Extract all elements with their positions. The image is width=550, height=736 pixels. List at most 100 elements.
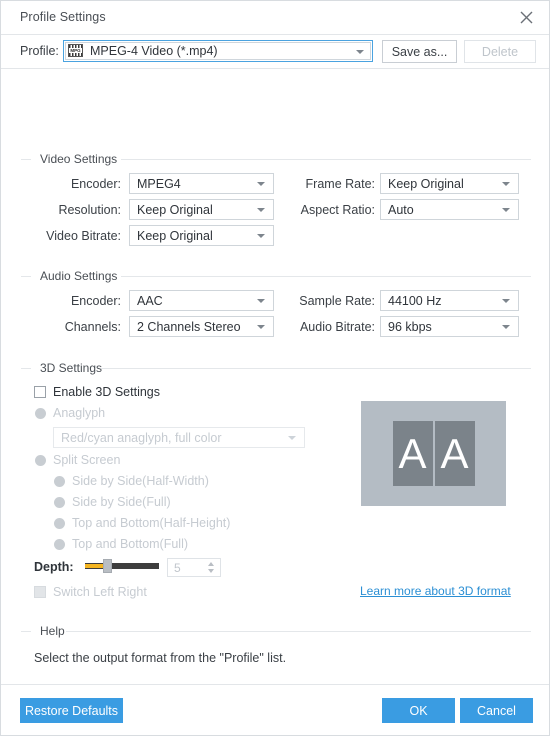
ok-button[interactable]: OK (382, 698, 455, 723)
aspect-ratio-label: Aspect Ratio: (300, 203, 375, 217)
learn-more-3d-link[interactable]: Learn more about 3D format (360, 584, 511, 598)
depth-stepper: 5 (167, 558, 221, 577)
radio-icon (54, 517, 65, 529)
profile-row: Profile: MPG MPEG-4 Video (*.mp4) Save a… (1, 35, 549, 69)
anaglyph-type-value: Red/cyan anaglyph, full color (61, 431, 222, 445)
split-screen-radio: Split Screen (35, 453, 120, 467)
three-d-settings-caption: 3D Settings (36, 361, 107, 375)
dialog-title: Profile Settings (20, 10, 106, 24)
split-option-top-and-bottom-full: Top and Bottom(Full) (54, 537, 188, 551)
checkbox-icon (34, 386, 46, 398)
restore-defaults-button[interactable]: Restore Defaults (20, 698, 123, 723)
aspect-ratio-value: Auto (388, 203, 414, 217)
audio-settings-caption: Audio Settings (36, 269, 122, 283)
resolution-label: Resolution: (58, 203, 121, 217)
depth-slider[interactable] (85, 559, 159, 573)
preview-pane-right: A (434, 421, 475, 486)
resolution-value: Keep Original (137, 203, 213, 217)
chevron-down-icon (502, 182, 510, 186)
help-text: Select the output format from the "Profi… (34, 651, 287, 665)
audio-encoder-label: Encoder: (70, 294, 121, 308)
sample-rate-select[interactable]: 44100 Hz (380, 290, 519, 311)
frame-rate-label: Frame Rate: (305, 177, 375, 191)
depth-slider-thumb[interactable] (103, 559, 112, 573)
switch-left-right-label: Switch Left Right (53, 585, 147, 599)
format-icon-label: MPG (70, 48, 81, 53)
close-icon[interactable] (513, 5, 539, 29)
audio-bitrate-label: Audio Bitrate: (299, 320, 375, 334)
audio-encoder-value: AAC (137, 294, 163, 308)
audio-encoder-select[interactable]: AAC (129, 290, 274, 311)
chevron-down-icon (257, 234, 265, 238)
audio-bitrate-select[interactable]: 96 kbps (380, 316, 519, 337)
cancel-button[interactable]: Cancel (460, 698, 533, 723)
radio-icon (35, 454, 46, 466)
video-encoder-value: MPEG4 (137, 177, 181, 191)
chevron-down-icon (502, 299, 510, 303)
save-as-button[interactable]: Save as... (382, 40, 457, 63)
aspect-ratio-select[interactable]: Auto (380, 199, 519, 220)
video-settings-caption: Video Settings (36, 152, 122, 166)
radio-icon (54, 475, 65, 487)
anaglyph-label: Anaglyph (53, 406, 106, 420)
depth-slider-fill (85, 564, 104, 568)
help-group: Help (21, 624, 531, 638)
video-bitrate-select[interactable]: Keep Original (129, 225, 274, 246)
enable-3d-label: Enable 3D Settings (53, 385, 161, 399)
split-option-top-and-bottom-half-height: Top and Bottom(Half-Height) (54, 516, 230, 530)
switch-left-right-checkbox: Switch Left Right (34, 585, 147, 599)
delete-button: Delete (464, 40, 536, 63)
chevron-down-icon (257, 299, 265, 303)
three-d-settings-group: 3D Settings (21, 361, 531, 375)
anaglyph-type-select: Red/cyan anaglyph, full color (53, 427, 305, 448)
video-settings-group: Video Settings (21, 152, 531, 166)
profile-select[interactable]: MPG MPEG-4 Video (*.mp4) (63, 40, 373, 62)
resolution-select[interactable]: Keep Original (129, 199, 274, 220)
profile-settings-dialog: Profile Settings Profile: MPG MPEG-4 Vid… (0, 0, 550, 736)
audio-settings-group: Audio Settings (21, 269, 531, 283)
video-encoder-select[interactable]: MPEG4 (129, 173, 274, 194)
dialog-content: Video Settings Encoder: MPEG4 Resolution… (1, 69, 549, 689)
split-option-label: Top and Bottom(Half-Height) (72, 516, 231, 530)
three-d-preview-image: A A (361, 401, 506, 506)
split-option-label: Side by Side(Full) (72, 495, 171, 509)
radio-icon (35, 407, 46, 419)
split-screen-label: Split Screen (53, 453, 121, 467)
chevron-down-icon (288, 436, 296, 440)
mp4-format-icon: MPG (68, 44, 83, 57)
video-bitrate-label: Video Bitrate: (46, 229, 121, 243)
dialog-footer: Restore Defaults OK Cancel (1, 684, 549, 735)
stepper-arrows-icon (208, 562, 214, 573)
depth-label: Depth: (34, 560, 74, 574)
chevron-down-icon (257, 182, 265, 186)
video-bitrate-value: Keep Original (137, 229, 213, 243)
split-option-label: Top and Bottom(Full) (72, 537, 189, 551)
radio-icon (54, 538, 65, 550)
depth-value: 5 (174, 561, 181, 575)
chevron-down-icon (502, 208, 510, 212)
split-option-side-by-side-full: Side by Side(Full) (54, 495, 171, 509)
title-bar: Profile Settings (1, 1, 549, 35)
split-option-label: Side by Side(Half-Width) (72, 474, 209, 488)
sample-rate-value: 44100 Hz (388, 294, 442, 308)
channels-value: 2 Channels Stereo (137, 320, 241, 334)
checkbox-icon (34, 586, 46, 598)
chevron-down-icon (257, 208, 265, 212)
anaglyph-radio: Anaglyph (35, 406, 105, 420)
channels-select[interactable]: 2 Channels Stereo (129, 316, 274, 337)
chevron-down-icon (502, 325, 510, 329)
frame-rate-select[interactable]: Keep Original (380, 173, 519, 194)
frame-rate-value: Keep Original (388, 177, 464, 191)
chevron-down-icon (257, 325, 265, 329)
preview-pane-left: A (392, 421, 433, 486)
channels-label: Channels: (64, 320, 121, 334)
audio-bitrate-value: 96 kbps (388, 320, 432, 334)
profile-label: Profile: (20, 44, 59, 58)
radio-icon (54, 496, 65, 508)
split-option-side-by-side-half-width: Side by Side(Half-Width) (54, 474, 209, 488)
enable-3d-checkbox[interactable]: Enable 3D Settings (34, 385, 160, 399)
video-encoder-label: Encoder: (70, 177, 121, 191)
profile-select-value: MPEG-4 Video (*.mp4) (90, 44, 218, 58)
sample-rate-label: Sample Rate: (299, 294, 375, 308)
help-caption: Help (36, 624, 69, 638)
